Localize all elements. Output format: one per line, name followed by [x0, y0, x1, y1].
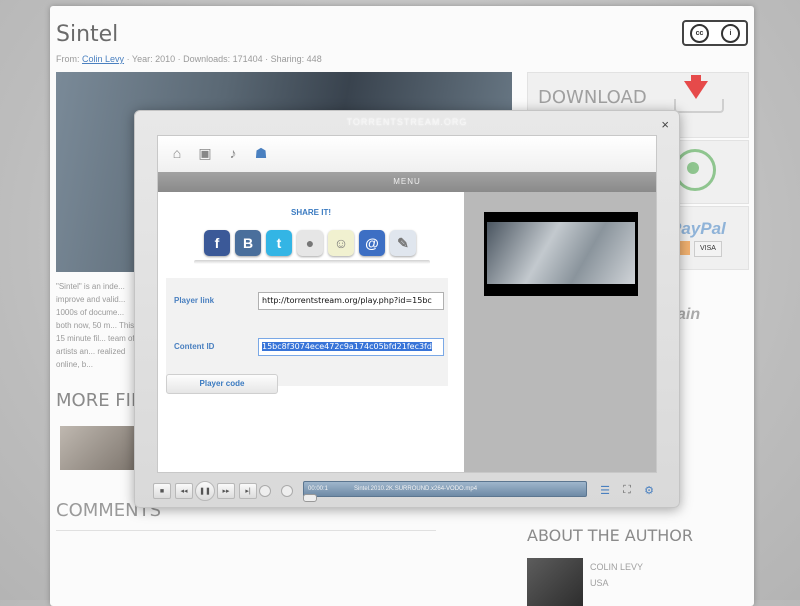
odnoklassniki-share-icon[interactable]: ☺: [328, 230, 354, 256]
download-label: DOWNLOAD: [538, 87, 647, 108]
share-panel: SHARE IT! f Bt ● ☺ @ ✎ Player link http://tor…: [158, 192, 464, 472]
author-name: COLIN LEVY: [590, 562, 644, 572]
cc-icon: cc: [690, 23, 709, 43]
player-link-field[interactable]: http://torrentstream.org/play.php?id=15b…: [258, 292, 444, 310]
more-films-heading: MORE FIL: [56, 390, 141, 411]
social-shelf: [194, 260, 430, 264]
pause-button[interactable]: ❚❚: [195, 481, 215, 501]
music-icon[interactable]: ♪: [224, 144, 242, 162]
twitter-share-icon[interactable]: t: [266, 230, 292, 256]
player-code-button[interactable]: Player code: [166, 374, 278, 394]
share-form: Player link http://torrentstream.org/pla…: [166, 278, 448, 386]
page-meta: From: Colin Levy · Year: 2010 · Download…: [56, 54, 322, 64]
facebook-share-icon[interactable]: f: [204, 230, 230, 256]
volume-up-icon[interactable]: [281, 485, 293, 497]
player-dialog: TORRENTSTREAM.ORG × ⌂ ▣ ♪ ☗ MENU SHARE I…: [134, 110, 680, 508]
playlist-icon[interactable]: ☰: [597, 482, 613, 498]
author-avatar: [527, 558, 583, 606]
film-icon[interactable]: ▣: [196, 144, 214, 162]
page-title: Sintel: [56, 22, 119, 47]
menu-bar[interactable]: MENU: [158, 172, 656, 192]
file-name: Sintel.2010.2K.SURROUND.x264-VODO.mp4: [354, 486, 478, 492]
end-button[interactable]: ▸|: [239, 483, 257, 499]
social-buttons: f Bt ● ☺ @ ✎: [204, 230, 416, 260]
cc-license-badge[interactable]: cc i: [682, 20, 748, 46]
download-icon: [684, 81, 708, 99]
prev-button[interactable]: ◂◂: [175, 483, 193, 499]
divider: [56, 530, 436, 531]
meta-stats: · Year: 2010 · Downloads: 171404 · Shari…: [126, 54, 322, 64]
player-link-label: Player link: [174, 296, 215, 305]
content-id-label: Content ID: [174, 342, 215, 351]
content-id-field[interactable]: 15bc8f3074ece472c9a174c05bfd21fec3fd: [258, 338, 444, 356]
visa-icon: VISA: [694, 241, 722, 257]
home-icon[interactable]: ⌂: [168, 144, 186, 162]
dialog-content: ⌂ ▣ ♪ ☗ MENU SHARE IT! f Bt ● ☺ @ ✎ Player li…: [157, 135, 657, 473]
meta-prefix: From:: [56, 54, 80, 64]
stream-icon: [674, 149, 716, 191]
player-controls: ■ ◂◂ ❚❚ ▸▸ ▸| 00:00:1 Sintel.2010.2K.SUR…: [153, 481, 661, 502]
seek-handle[interactable]: [303, 494, 317, 502]
about-author-heading: ABOUT THE AUTHOR: [527, 526, 693, 545]
video-preview[interactable]: [484, 212, 638, 296]
film-description: "Sintel" is an inde... improve and valid…: [56, 282, 135, 369]
stop-button[interactable]: ■: [153, 483, 171, 499]
dialog-toolbar: ⌂ ▣ ♪ ☗: [158, 136, 656, 173]
author-country: USA: [590, 578, 609, 588]
close-icon[interactable]: ×: [661, 117, 669, 132]
settings-icon[interactable]: ⚙: [641, 482, 657, 498]
next-button[interactable]: ▸▸: [217, 483, 235, 499]
fullscreen-icon[interactable]: ⛶: [619, 482, 635, 498]
sidebar-text: ain: [677, 306, 701, 323]
moi-mir-share-icon[interactable]: @: [359, 230, 385, 256]
share-icon[interactable]: ☗: [252, 144, 270, 162]
download-tray-icon: [674, 99, 724, 113]
film-thumbnail[interactable]: [60, 426, 134, 470]
dialog-title: TORRENTSTREAM.ORG: [346, 117, 468, 127]
livejournal-share-icon[interactable]: ✎: [390, 230, 416, 256]
vkontakte-share-icon[interactable]: B: [235, 230, 261, 256]
seek-bar[interactable]: 00:00:1 Sintel.2010.2K.SURROUND.x264-VOD…: [303, 481, 587, 497]
preview-panel: [464, 192, 656, 472]
attribution-icon: i: [721, 23, 740, 43]
content-id-value: 15bc8f3074ece472c9a174c05bfd21fec3fd: [262, 342, 432, 351]
share-title: SHARE IT!: [291, 208, 331, 217]
author-link[interactable]: Colin Levy: [82, 54, 124, 64]
google-buzz-share-icon[interactable]: ●: [297, 230, 323, 256]
volume-down-icon[interactable]: [259, 485, 271, 497]
